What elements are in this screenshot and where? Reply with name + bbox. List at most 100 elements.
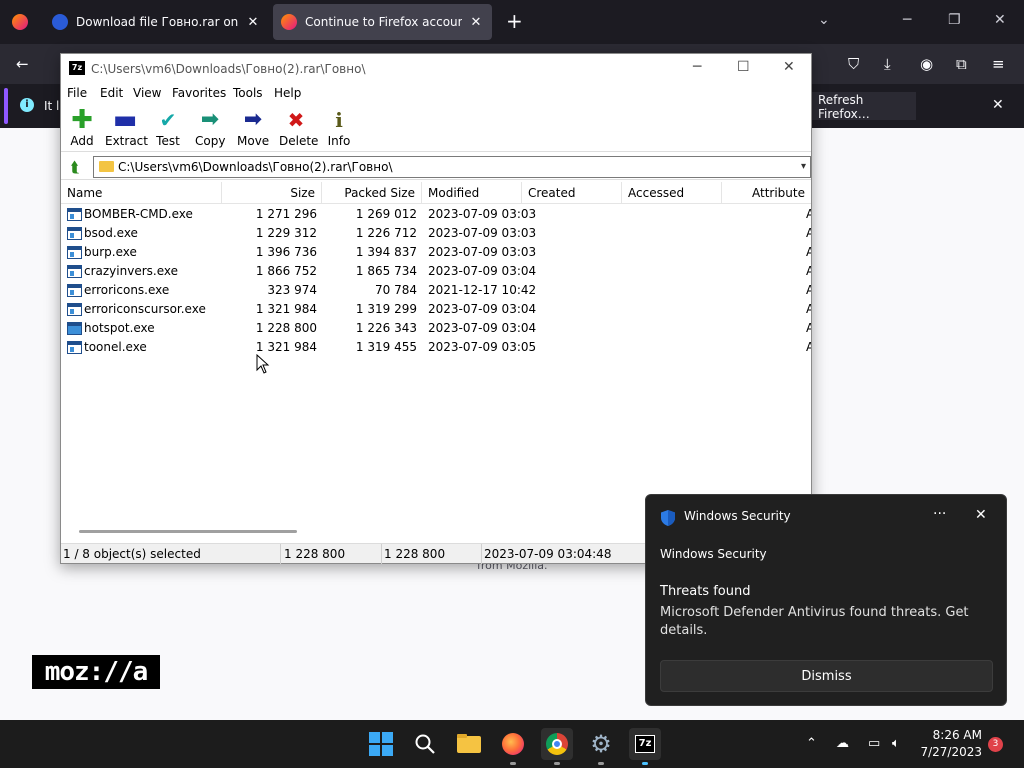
tab-title: Download file Говно.rar on Ox (76, 15, 239, 29)
firefox-menu-icon[interactable] (12, 14, 28, 30)
path-combobox[interactable]: C:\Users\vm6\Downloads\Говно(2).rar\Говн… (93, 156, 811, 178)
table-row[interactable]: erroricons.exe 323 974 70 784 2021-12-17… (61, 281, 811, 300)
list-all-tabs-icon[interactable]: ⌄ (818, 12, 830, 28)
delete-button[interactable]: ✖ Delete (279, 108, 318, 152)
file-name: BOMBER-CMD.exe (84, 207, 193, 221)
file-modified: 2021-12-17 10:42 (428, 283, 537, 297)
column-accessed[interactable]: Accessed (622, 182, 722, 204)
table-row-selected[interactable]: hotspot.exe 1 228 800 1 226 343 2023-07-… (61, 319, 811, 338)
file-attributes: A (806, 245, 811, 259)
file-modified: 2023-07-09 03:04 (428, 302, 537, 316)
exe-file-icon (67, 265, 82, 278)
column-modified[interactable]: Modified (422, 182, 522, 204)
chevron-down-icon[interactable]: ▾ (801, 157, 806, 177)
file-name: bsod.exe (84, 226, 138, 240)
file-explorer-icon[interactable] (453, 728, 485, 760)
infobar-close-icon[interactable]: ✕ (992, 97, 1004, 113)
info-button[interactable]: i Info (327, 108, 351, 152)
table-row[interactable]: BOMBER-CMD.exe 1 271 296 1 269 012 2023-… (61, 205, 811, 224)
network-icon[interactable]: ▭ (868, 736, 880, 751)
running-indicator (598, 762, 604, 765)
plus-icon: ✚ (71, 105, 93, 135)
copy-button[interactable]: ➡ Copy (195, 108, 225, 152)
file-size: 1 866 752 (255, 264, 317, 278)
file-size: 1 228 800 (255, 321, 317, 335)
file-attributes: A (806, 340, 811, 354)
file-packed-size: 1 394 837 (355, 245, 417, 259)
firefox-favicon-icon (281, 14, 297, 30)
new-tab-button[interactable]: + (506, 9, 523, 33)
scrollbar-thumb[interactable] (79, 530, 297, 533)
folder-up-icon[interactable]: ⮬ (65, 158, 85, 176)
menu-bar: File Edit View Favorites Tools Help (61, 83, 811, 103)
move-button[interactable]: ➡ Move (237, 108, 269, 152)
search-icon[interactable] (409, 728, 441, 760)
menu-edit[interactable]: Edit (100, 86, 123, 100)
table-row[interactable]: toonel.exe 1 321 984 1 319 455 2023-07-0… (61, 338, 811, 357)
column-attributes[interactable]: Attribute (722, 182, 811, 204)
column-created[interactable]: Created (522, 182, 622, 204)
toolbar: ✚ Add ▬ Extract ✔ Test ➡ Copy ➡ Move ✖ D… (61, 104, 811, 152)
test-button[interactable]: ✔ Test (155, 108, 181, 152)
cloud-offline-icon[interactable]: ☁ (836, 736, 849, 751)
table-row[interactable]: crazyinvers.exe 1 866 752 1 865 734 2023… (61, 262, 811, 281)
firefox-taskbar-icon[interactable] (497, 728, 529, 765)
exe-file-icon (67, 284, 82, 297)
menu-tools[interactable]: Tools (233, 86, 263, 100)
add-button[interactable]: ✚ Add (69, 105, 95, 152)
downloads-icon[interactable]: ⤓ (884, 55, 891, 73)
column-name[interactable]: Name (61, 182, 222, 204)
back-icon[interactable]: ← (16, 55, 29, 73)
volume-icon[interactable]: 🔈︎ (892, 736, 900, 751)
dismiss-button[interactable]: Dismiss (660, 660, 993, 692)
chrome-taskbar-icon[interactable] (541, 728, 573, 765)
table-row[interactable]: bsod.exe 1 229 312 1 226 712 2023-07-09 … (61, 224, 811, 243)
table-row[interactable]: erroriconscursor.exe 1 321 984 1 319 299… (61, 300, 811, 319)
more-options-icon[interactable]: ··· (933, 506, 946, 522)
site-favicon-icon (52, 14, 68, 30)
settings-gear-icon[interactable]: ⚙ (585, 728, 617, 765)
tab-close-icon[interactable]: ✕ (468, 15, 484, 30)
minimize-icon[interactable]: ─ (693, 59, 701, 75)
app-menu-icon[interactable]: ≡ (992, 55, 1005, 73)
file-name: hotspot.exe (84, 321, 155, 335)
menu-favorites[interactable]: Favorites (172, 86, 226, 100)
extensions-icon[interactable]: ⧉ (956, 55, 967, 73)
sevenzip-title-bar[interactable]: 7z C:\Users\vm6\Downloads\Говно(2).rar\Г… (61, 54, 811, 82)
tab-close-icon[interactable]: ✕ (245, 15, 261, 30)
column-packed-size[interactable]: Packed Size (322, 182, 422, 204)
column-size[interactable]: Size (222, 182, 322, 204)
show-hidden-icons-icon[interactable]: ⌃ (806, 736, 817, 751)
notification-count-badge[interactable]: 3 (988, 737, 1003, 752)
start-windows-icon[interactable] (365, 728, 397, 760)
tab-firefox-accounts[interactable]: Continue to Firefox accounts ✕ (273, 4, 492, 40)
maximize-icon[interactable]: ☐ (737, 59, 750, 75)
refresh-firefox-button[interactable]: Refresh Firefox… (806, 92, 916, 121)
notification-source: Windows Security (660, 547, 767, 561)
test-label: Test (156, 134, 180, 148)
tab-download-file[interactable]: Download file Говно.rar on Ox ✕ (44, 4, 269, 40)
file-name: toonel.exe (84, 340, 147, 354)
info-i-icon: i (335, 108, 343, 132)
notification-body[interactable]: Microsoft Defender Antivirus found threa… (660, 604, 980, 640)
menu-help[interactable]: Help (274, 86, 301, 100)
table-row[interactable]: burp.exe 1 396 736 1 394 837 2023-07-09 … (61, 243, 811, 262)
account-icon[interactable]: ◉ (920, 55, 933, 73)
menu-view[interactable]: View (133, 86, 161, 100)
sevenzip-taskbar-icon[interactable]: 7z (629, 728, 661, 765)
exe-file-icon (67, 322, 82, 335)
status-modified: 2023-07-09 03:04:48 (484, 547, 612, 561)
close-window-icon[interactable]: ✕ (994, 12, 1006, 28)
restore-icon[interactable]: ❐ (948, 12, 961, 28)
pocket-icon[interactable]: ⛉ (848, 55, 859, 73)
status-size: 1 228 800 (282, 544, 382, 564)
file-size: 1 271 296 (255, 207, 317, 221)
close-window-icon[interactable]: ✕ (783, 59, 795, 75)
clock-date[interactable]: 7/27/2023 (916, 745, 982, 759)
file-packed-size: 70 784 (375, 283, 417, 297)
extract-button[interactable]: ▬ Extract (105, 107, 148, 152)
clock-time[interactable]: 8:26 AM (924, 728, 982, 742)
minimize-icon[interactable]: ─ (903, 12, 911, 28)
close-icon[interactable]: ✕ (975, 507, 987, 523)
menu-file[interactable]: File (67, 86, 87, 100)
